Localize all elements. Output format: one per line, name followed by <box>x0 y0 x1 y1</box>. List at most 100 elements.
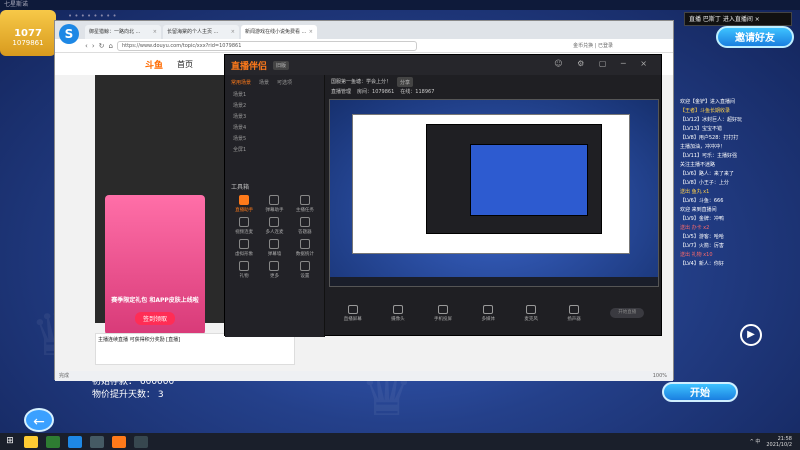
tab-options[interactable]: 可选项 <box>277 79 292 86</box>
stream-player[interactable]: 赛季限定礼包 和APP皮肤上线啦 签到领取 <box>95 75 225 335</box>
tool-item[interactable]: 弹幕墙 <box>259 239 289 257</box>
tool-label: 虚拟形象 <box>235 252 254 257</box>
browser-tab-active[interactable]: 新闻游戏在线小说免费看 ... × <box>241 25 317 39</box>
chat-panel: 欢迎【金铲】进入直播间 【王者】斗鱼长期收录 【LV12】冰封巨人：超好玩 【LV13… <box>680 98 776 298</box>
stream-preview[interactable] <box>329 99 659 287</box>
clock-date: 2021/10/2 <box>766 441 792 448</box>
tool-label: 数据统计 <box>295 252 314 257</box>
go-live-button[interactable]: 开始直播 <box>610 308 645 318</box>
chat-line: 【LV13】宝宝不错 <box>680 126 723 132</box>
tab-bar: 御星猎鲸：一路向北 ... × 长留海棠的个人主页 ... × 新闻游戏在线小说免费… <box>55 21 673 39</box>
notification-box[interactable]: 直播 巴斯丁 进入直播间 × <box>684 12 792 26</box>
invite-friends-button[interactable]: 邀请好友 <box>716 26 794 48</box>
browser-tab[interactable]: 御星猎鲸：一路向北 ... × <box>85 25 161 39</box>
preview-taskbar <box>330 277 658 286</box>
scene-item[interactable]: 场景1 <box>225 90 324 101</box>
address-right-info[interactable]: 金币兑换 | 已登录 <box>573 42 673 49</box>
tool-item[interactable]: 答题器 <box>290 217 320 235</box>
zoom-level[interactable]: 100% <box>653 371 673 381</box>
back-arrow-icon[interactable]: ← <box>24 408 54 432</box>
tool-item[interactable]: 数据统计 <box>290 239 320 257</box>
refresh-icon[interactable]: ↻ <box>99 42 105 50</box>
chat-line: 【LV7】火箭：厉害 <box>680 243 724 249</box>
browser-tab[interactable]: 长留海棠的个人主页 ... × <box>163 25 239 39</box>
chat-line: 【LV6】路人：来了来了 <box>680 171 734 177</box>
app-window-controls[interactable]: ☺ ⚙ ▢ ─ × <box>554 59 653 68</box>
share-tag[interactable]: 分享 <box>397 77 414 87</box>
tool-item[interactable]: 直播助手 <box>229 195 259 213</box>
scene-item[interactable]: 场景3 <box>225 112 324 123</box>
tool-item[interactable]: 设置 <box>290 261 320 279</box>
app-icon[interactable] <box>90 435 104 448</box>
control-icon <box>483 304 494 314</box>
nav-link[interactable]: 首页 <box>177 59 193 70</box>
tray-icons[interactable]: ^ 中 <box>750 438 761 445</box>
scene-item[interactable]: 场景2 <box>225 101 324 112</box>
start-game-button[interactable]: 开始 <box>662 382 738 402</box>
scene-list: 场景1 场景2 场景3 场景4 场景5 全屏1 <box>225 90 324 156</box>
bottom-strip[interactable]: 主播连续直播 可获得积分奖励 [直播] <box>95 333 295 365</box>
browser-logo-icon[interactable]: S <box>59 24 79 44</box>
close-icon[interactable]: × <box>309 25 313 39</box>
tool-item[interactable]: 弹幕助手 <box>259 195 289 213</box>
site-logo[interactable]: 斗鱼 <box>145 58 163 71</box>
tab-common-scenes[interactable]: 常用场景 <box>231 79 251 86</box>
chat-line: 欢迎 来到直播间 <box>680 207 717 213</box>
promo-button[interactable]: 签到领取 <box>134 312 175 325</box>
home-icon[interactable]: ⌂ <box>109 42 113 50</box>
close-icon[interactable]: × <box>153 25 157 39</box>
tab-scenes[interactable]: 场景 <box>259 79 269 86</box>
chat-line: 【LV6】斗鱼：666 <box>680 198 724 204</box>
tool-item[interactable]: 多人连麦 <box>259 217 289 235</box>
promo-banner[interactable]: 赛季限定礼包 和APP皮肤上线啦 签到领取 <box>105 195 205 335</box>
tool-item[interactable]: 虚拟形象 <box>229 239 259 257</box>
control-button[interactable]: 摄像头 <box>391 304 405 322</box>
version-badge[interactable]: 旧版 <box>273 60 290 70</box>
chat-line: 送出 礼物 x10 <box>680 252 713 258</box>
app-icon[interactable] <box>134 435 148 448</box>
control-icon <box>347 304 358 314</box>
chat-line: 【王者】斗鱼长期收录 <box>680 108 731 114</box>
tool-icon <box>269 195 280 205</box>
control-icon <box>569 304 580 314</box>
clock[interactable]: 21:58 2021/10/2 <box>766 436 792 448</box>
back-icon[interactable]: ‹ <box>85 42 88 50</box>
tool-label: 答题器 <box>298 230 312 235</box>
chat-line: 【LV4】新人：你好 <box>680 261 724 267</box>
stream-title[interactable]: 国服第一鱼塘：学会上分！ <box>331 77 391 87</box>
windows-start-icon[interactable]: ⊞ <box>0 433 20 450</box>
tool-item[interactable]: 视频连麦 <box>229 217 259 235</box>
tool-item[interactable]: 更多 <box>259 261 289 279</box>
scene-item[interactable]: 全屏1 <box>225 145 324 156</box>
tool-item[interactable]: 礼物 <box>229 261 259 279</box>
toolbox-grid: 直播助手 弹幕助手 主播任务视频连麦 多人连麦 答题器虚拟形象 弹幕墙 数据统计礼物 更多 设置 <box>225 193 324 281</box>
control-label: 麦克风 <box>524 316 538 322</box>
close-icon[interactable]: × <box>231 25 235 39</box>
tool-icon <box>239 261 250 271</box>
tool-item[interactable]: 主播任务 <box>290 195 320 213</box>
play-icon[interactable]: ▶ <box>740 324 762 346</box>
status-left: 完成 <box>59 373 70 379</box>
control-button[interactable]: 多媒体 <box>481 304 495 322</box>
chat-line: 【LV8】用户528：打打打 <box>680 135 739 141</box>
url-input[interactable]: https://www.douyu.com/topic/xxx?rid=1079… <box>116 40 417 51</box>
control-button[interactable]: 扬声器 <box>567 304 581 322</box>
app-sidebar: 常用场景 场景 可选项 场景1 场景2 场景3 场景4 场景5 全屏1 工具箱 直播助手弹… <box>225 75 325 337</box>
streaming-app-icon[interactable] <box>112 435 126 448</box>
folder-icon[interactable] <box>24 435 38 448</box>
tool-label: 视频连麦 <box>235 230 254 235</box>
scene-item[interactable]: 场景5 <box>225 134 324 145</box>
manage-link[interactable]: 直播管理 <box>331 87 351 97</box>
control-button[interactable]: 直播屏幕 <box>344 304 362 322</box>
control-button[interactable]: 手机投屏 <box>434 304 452 322</box>
tool-label: 弹幕墙 <box>267 252 282 257</box>
forward-icon[interactable]: › <box>92 42 95 50</box>
streaming-app-window: 直播伴侣 旧版 ☺ ⚙ ▢ ─ × 国服第一鱼塘：学会上分！ 分享 直播管理 房… <box>224 54 662 337</box>
control-icon <box>526 304 537 314</box>
browser-icon[interactable] <box>68 435 82 448</box>
control-button[interactable]: 麦克风 <box>524 304 538 322</box>
app-icon[interactable] <box>46 435 60 448</box>
system-tray: ^ 中 21:58 2021/10/2 <box>750 436 800 448</box>
scene-item[interactable]: 场景4 <box>225 123 324 134</box>
stream-info: 国服第一鱼塘：学会上分！ 分享 直播管理 房间：1079861 在线：11896… <box>331 77 434 97</box>
